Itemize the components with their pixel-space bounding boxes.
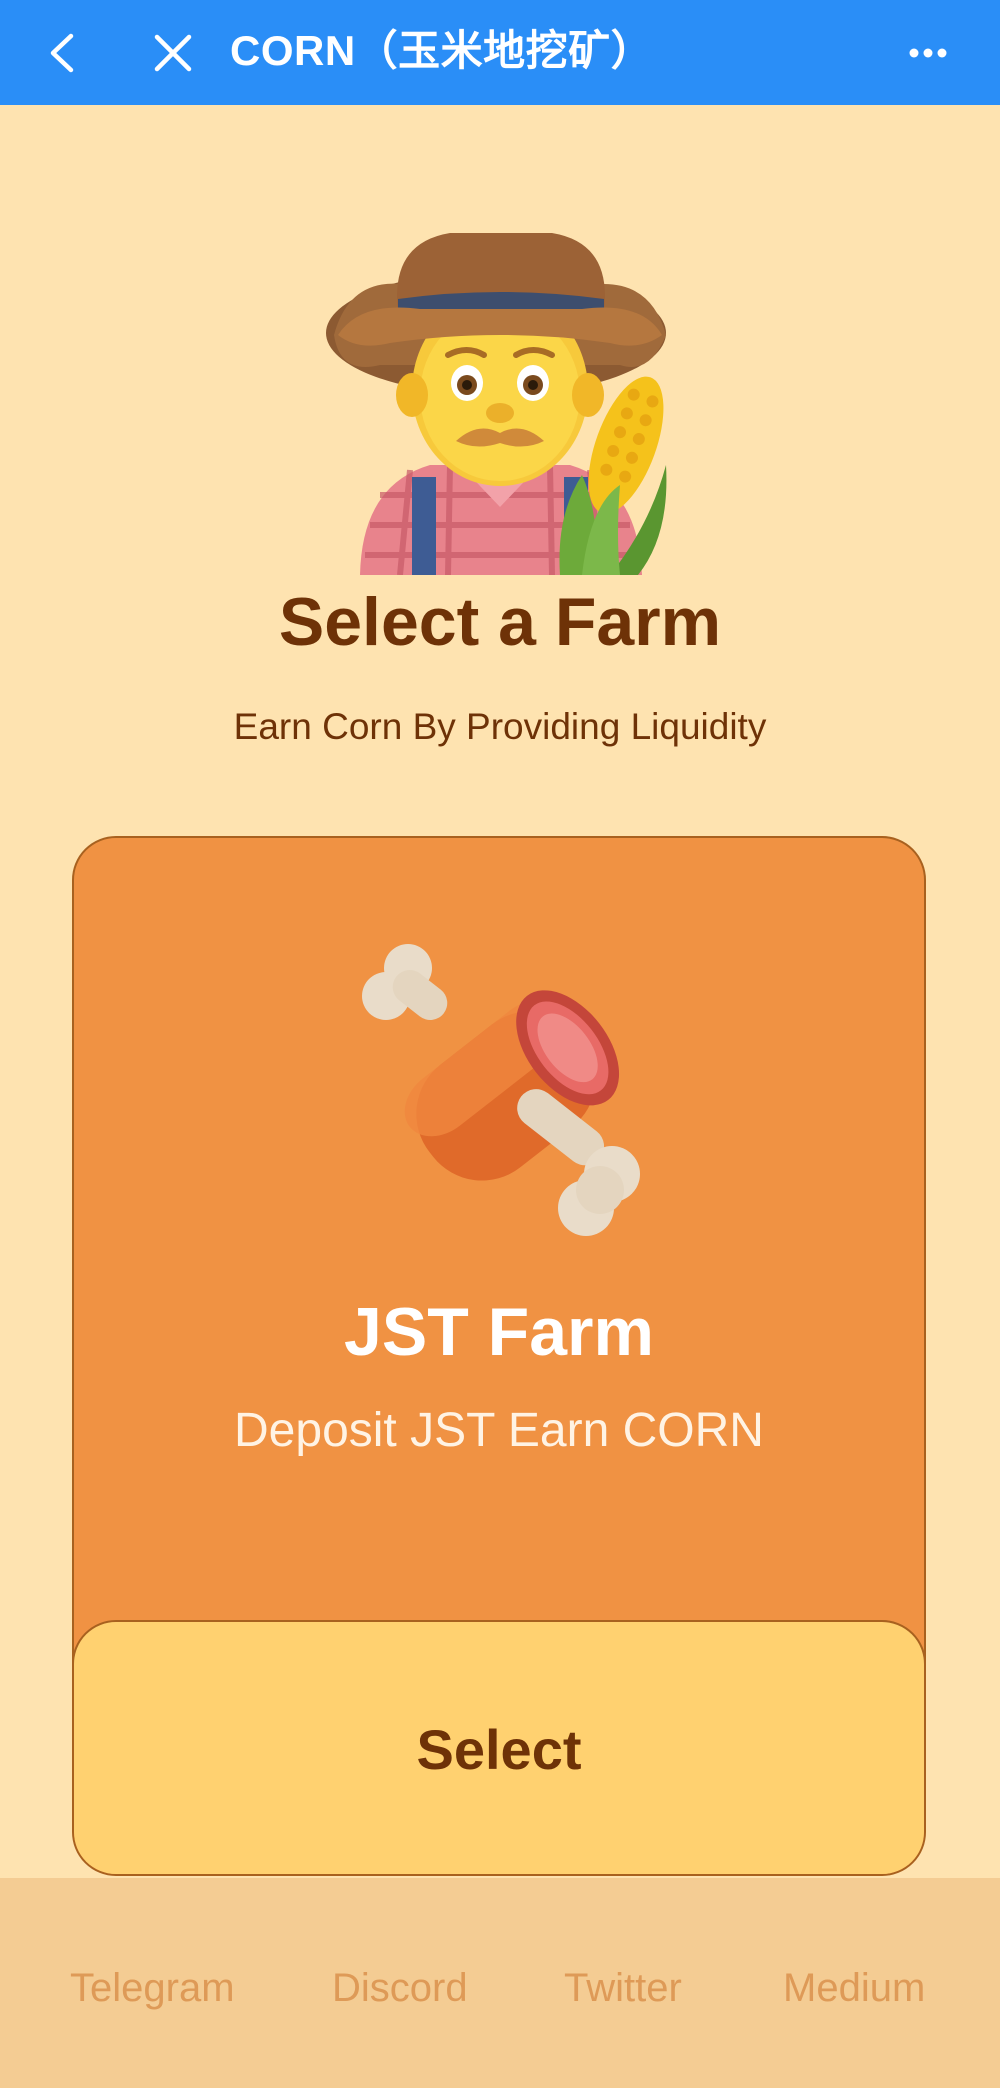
- page-title: Select a Farm: [278, 584, 722, 660]
- page-title-bar: CORN（玉米地挖矿）: [230, 27, 654, 74]
- farm-name: JST Farm: [344, 1294, 654, 1370]
- footer-links-bar: Telegram Discord Twitter Medium: [0, 1878, 1000, 2088]
- select-button-label: Select: [416, 1717, 582, 1781]
- farm-description: Deposit JST Earn CORN: [234, 1404, 764, 1457]
- more-button[interactable]: [888, 0, 968, 105]
- select-farm-button[interactable]: Select: [74, 1620, 924, 1874]
- meat-on-bone-icon: [362, 944, 640, 1236]
- top-nav-bar: CORN（玉米地挖矿）: [0, 0, 1000, 105]
- page-subtitle: Earn Corn By Providing Liquidity: [233, 706, 767, 747]
- farm-card-jst: JST Farm Deposit JST Earn CORN Select: [72, 836, 926, 1876]
- farmer-icon: [326, 233, 667, 575]
- back-button[interactable]: [18, 0, 108, 105]
- footer-link-telegram[interactable]: Telegram: [70, 1958, 235, 2018]
- chevron-left-icon: [50, 33, 74, 72]
- more-dots-icon: [909, 48, 947, 57]
- footer-link-twitter[interactable]: Twitter: [564, 1958, 682, 2018]
- footer-link-medium[interactable]: Medium: [783, 1958, 925, 2018]
- close-button[interactable]: [128, 0, 218, 105]
- close-icon: [154, 34, 192, 71]
- footer-link-discord[interactable]: Discord: [332, 1958, 468, 2018]
